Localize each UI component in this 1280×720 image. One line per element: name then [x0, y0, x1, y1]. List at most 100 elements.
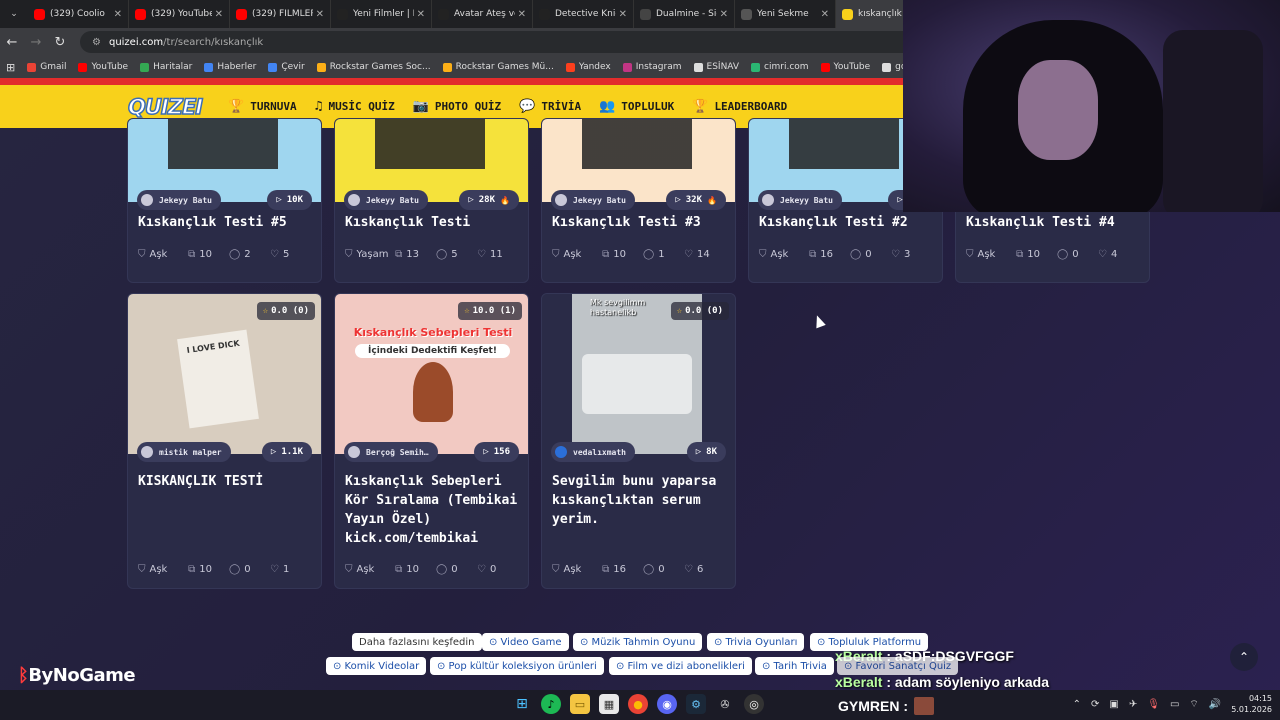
- browser-tab[interactable]: (329) Coolio ✕: [28, 0, 129, 28]
- question-count-value: 16: [613, 564, 626, 575]
- discover-chip[interactable]: ⊙ Trivia Oyunları: [707, 633, 805, 651]
- discover-chip[interactable]: ⊙ Müzik Tahmin Oyunu: [573, 633, 703, 651]
- tray-chevron-icon[interactable]: ⌃: [1073, 699, 1081, 710]
- forward-icon[interactable]: →: [24, 35, 48, 50]
- quiz-thumbnail[interactable]: Mk sevgilimm hastanelikb ☆ 0.0 (0): [542, 294, 735, 454]
- author-badge[interactable]: Jekeyy Batu: [758, 190, 842, 210]
- scroll-top-button[interactable]: ⌃: [1230, 643, 1258, 671]
- apps-grid-icon[interactable]: ⊞: [6, 61, 15, 74]
- tray-wifi-icon[interactable]: ⌔: [1189, 698, 1198, 711]
- bookmark-item[interactable]: Çevir: [268, 62, 305, 72]
- discover-chip[interactable]: ⊙ Favori Sanatçı Quiz: [837, 657, 959, 675]
- tab-close-icon[interactable]: ✕: [720, 9, 728, 20]
- tab-close-icon[interactable]: ✕: [821, 9, 829, 20]
- tray-monitor-icon[interactable]: ▭: [1170, 699, 1179, 710]
- spotify-icon[interactable]: ♪: [541, 694, 561, 714]
- bookmark-item[interactable]: Gmail: [27, 62, 66, 72]
- quizei-logo[interactable]: QUIZEI: [127, 94, 204, 120]
- tray-steam-icon[interactable]: ✈: [1129, 699, 1137, 710]
- author-badge[interactable]: Berçoğ Semih…: [344, 442, 438, 462]
- play-count-badge: ▷ 1.1K: [261, 442, 312, 462]
- author-badge[interactable]: Jekeyy Batu: [344, 190, 428, 210]
- tray-network-icon[interactable]: ▣: [1109, 699, 1118, 710]
- question-count-value: 10: [1027, 249, 1040, 260]
- bookmark-item[interactable]: Yandex: [565, 62, 611, 72]
- play-count: 32K: [685, 195, 703, 205]
- site-info-icon[interactable]: ⚙: [92, 37, 101, 48]
- quiz-thumbnail[interactable]: Kıskançlık Sebepleri Testi İçindeki Dedek…: [335, 294, 528, 454]
- discover-chip[interactable]: ⊙ Video Game: [482, 633, 569, 651]
- browser-tab[interactable]: Yeni Filmler | F ✕: [331, 0, 432, 28]
- quiz-card[interactable]: Mk sevgilimm hastanelikb ☆ 0.0 (0) vedalıxm…: [541, 293, 736, 589]
- bookmark-item[interactable]: YouTube: [820, 62, 870, 72]
- author-badge[interactable]: mistik malper: [137, 442, 231, 462]
- quiz-card[interactable]: Jekeyy Batu ▷ 28K 🔥 Kıskançlık Testi ⛉ Yaşam ⧉ 1…: [334, 118, 529, 283]
- tab-search-icon[interactable]: ⌄: [0, 0, 28, 28]
- discover-chip[interactable]: ⊙ Topluluk Platformu: [810, 633, 929, 651]
- quiz-title[interactable]: Kıskançlık Testi #5: [138, 213, 318, 232]
- store-icon[interactable]: ▦: [599, 694, 619, 714]
- tab-close-icon[interactable]: ✕: [114, 9, 122, 20]
- question-count: ⧉ 16: [602, 564, 643, 575]
- nav-item-photo-qui̇z[interactable]: 📷 PHOTO QUİZ: [413, 99, 501, 114]
- discover-chip[interactable]: ⊙ Film ve dizi abonelikleri: [609, 657, 752, 675]
- quiz-card[interactable]: Jekeyy Batu ▷ 10K Kıskançlık Testi #5 ⛉ Aşk ⧉ 1…: [127, 118, 322, 283]
- windows-start-icon[interactable]: ⊞: [512, 694, 532, 714]
- nav-item-tri̇vi̇a[interactable]: 💬 TRİVİA: [519, 99, 581, 114]
- taskbar-clock[interactable]: 04:15 5.01.2026: [1231, 693, 1272, 715]
- quiz-title[interactable]: Kıskançlık Testi: [345, 213, 525, 232]
- quiz-title[interactable]: Kıskançlık Testi #4: [966, 213, 1146, 232]
- quiz-thumbnail[interactable]: I LOVE DICK ☆ 0.0 (0): [128, 294, 321, 454]
- bookmark-item[interactable]: Rockstar Games Mü...: [442, 62, 554, 72]
- browser-tab[interactable]: (329) YouTube ✕: [129, 0, 230, 28]
- quiz-title[interactable]: Kıskançlık Testi #3: [552, 213, 732, 232]
- quiz-title[interactable]: KISKANÇLIK TESTİ: [138, 472, 318, 491]
- discover-chip[interactable]: ⊙ Pop kültür koleksiyon ürünleri: [430, 657, 604, 675]
- author-badge[interactable]: vedalıxmath: [551, 442, 635, 462]
- quiz-card[interactable]: Jekeyy Batu ▷ 32K 🔥 Kıskançlık Testi #3 ⛉ Aşk ⧉…: [541, 118, 736, 283]
- browser-tab[interactable]: (329) FİLMLERİ ✕: [230, 0, 331, 28]
- browser-tab[interactable]: Detective Knig ✕: [533, 0, 634, 28]
- nav-item-musi̇c-qui̇z[interactable]: ♫ MUSİC QUİZ: [315, 99, 395, 114]
- tray-sync-icon[interactable]: ⟳: [1091, 699, 1099, 710]
- author-badge[interactable]: Jekeyy Batu: [551, 190, 635, 210]
- bookmark-item[interactable]: ESİNAV: [693, 62, 739, 72]
- discover-chip[interactable]: ⊙ Tarih Trivia: [755, 657, 834, 675]
- nav-item-turnuva[interactable]: 🏆 TURNUVA: [228, 99, 297, 114]
- author-badge[interactable]: Jekeyy Batu: [137, 190, 221, 210]
- bookmark-item[interactable]: cimri.com: [751, 62, 809, 72]
- nav-item-topluluk[interactable]: 👥 TOPLULUK: [599, 99, 674, 114]
- browser-tab[interactable]: Avatar Ateş ve ✕: [432, 0, 533, 28]
- file-explorer-icon[interactable]: ▭: [570, 694, 590, 714]
- tray-mic-icon[interactable]: 🎙: [1147, 699, 1160, 710]
- obs-icon[interactable]: ◎: [744, 694, 764, 714]
- chrome-icon[interactable]: ●: [628, 694, 648, 714]
- tray-volume-icon[interactable]: 🔊: [1209, 699, 1221, 710]
- browser-tab[interactable]: Yeni Sekme ✕: [735, 0, 836, 28]
- tab-close-icon[interactable]: ✕: [316, 9, 324, 20]
- browser-tab[interactable]: Dualmine - Sig ✕: [634, 0, 735, 28]
- tab-close-icon[interactable]: ✕: [417, 9, 425, 20]
- tab-close-icon[interactable]: ✕: [215, 9, 223, 20]
- quiz-card[interactable]: I LOVE DICK ☆ 0.0 (0) mistik malper ▷ 1.1K KIS…: [127, 293, 322, 589]
- quiz-card[interactable]: Kıskançlık Sebepleri Testi İçindeki Dedek…: [334, 293, 529, 589]
- bookmark-item[interactable]: Haritalar: [140, 62, 192, 72]
- quiz-title[interactable]: Kıskançlık Testi #2: [759, 213, 939, 232]
- url-field[interactable]: ⚙ quizei.com/tr/search/kıskançlık: [80, 31, 940, 53]
- tab-close-icon[interactable]: ✕: [518, 9, 526, 20]
- steam-icon[interactable]: ⚙: [686, 694, 706, 714]
- bookmark-item[interactable]: Haberler: [204, 62, 256, 72]
- tab-close-icon[interactable]: ✕: [619, 9, 627, 20]
- quiz-title[interactable]: Sevgilim bunu yaparsa kıskançlıktan seru…: [552, 472, 732, 529]
- discover-chip[interactable]: ⊙ Komik Videolar: [326, 657, 427, 675]
- back-icon[interactable]: ←: [0, 35, 24, 50]
- settings-icon[interactable]: ✇: [715, 694, 735, 714]
- bookmark-item[interactable]: Instagram: [622, 62, 682, 72]
- bookmark-item[interactable]: Rockstar Games Soc...: [316, 62, 431, 72]
- like-count: ♡ 5: [270, 249, 311, 260]
- quiz-title[interactable]: Kıskançlık Sebepleri Kör Sıralama (Tembi…: [345, 472, 525, 548]
- nav-item-leaderboard[interactable]: 🏆 LEADERBOARD: [692, 99, 787, 114]
- discord-icon[interactable]: ◉: [657, 694, 677, 714]
- reload-icon[interactable]: ↻: [48, 35, 72, 50]
- bookmark-item[interactable]: YouTube: [78, 62, 128, 72]
